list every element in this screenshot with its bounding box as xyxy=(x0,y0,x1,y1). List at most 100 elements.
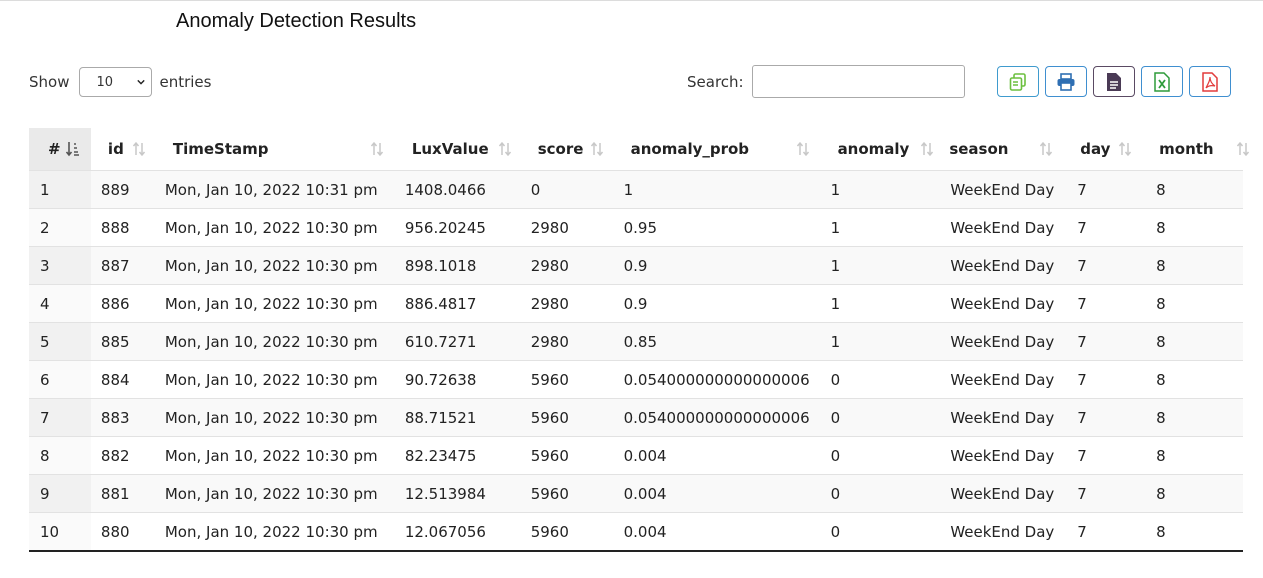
print-button[interactable] xyxy=(1045,66,1087,97)
column-header-score[interactable]: score xyxy=(520,128,614,171)
cell-luxvalue: 88.71521 xyxy=(394,398,521,437)
top-divider xyxy=(0,0,1263,1)
cell-anomaly: 1 xyxy=(820,246,941,285)
cell-anomaly: 0 xyxy=(820,398,941,437)
cell-index: 7 xyxy=(29,398,91,437)
column-header-index[interactable]: # xyxy=(29,128,91,171)
column-header-label: anomaly_prob xyxy=(630,140,750,158)
cell-id: 882 xyxy=(90,436,155,475)
column-header-anomaly-prob[interactable]: anomaly_prob xyxy=(613,128,821,171)
cell-anomaly: 1 xyxy=(820,284,941,323)
cell-season: WeekEnd Day xyxy=(940,398,1065,437)
cell-month: 8 xyxy=(1142,246,1243,285)
show-label: Show xyxy=(29,73,70,91)
cell-month: 8 xyxy=(1142,512,1243,552)
cell-anomaly: 0 xyxy=(820,360,941,399)
csv-icon xyxy=(1107,72,1121,91)
cell-day: 7 xyxy=(1064,170,1143,209)
cell-score: 5960 xyxy=(520,512,614,552)
results-table: # id TimeStamp LuxValue score anomaly_prob ano… xyxy=(29,128,1250,552)
table-row: 4 886 Mon, Jan 10, 2022 10:30 pm 886.4817 29… xyxy=(29,284,1243,323)
cell-anomaly_prob: 0.85 xyxy=(613,322,821,361)
excel-icon xyxy=(1154,71,1170,92)
cell-day: 7 xyxy=(1064,360,1143,399)
cell-index: 6 xyxy=(29,360,91,399)
cell-month: 8 xyxy=(1142,170,1243,209)
search-input[interactable] xyxy=(751,65,965,98)
column-header-month[interactable]: month xyxy=(1142,128,1250,171)
column-header-anomaly[interactable]: anomaly xyxy=(820,128,941,171)
cell-score: 5960 xyxy=(520,474,614,513)
cell-id: 887 xyxy=(90,246,155,285)
column-header-id[interactable]: id xyxy=(90,128,155,171)
entries-length-control: Show 10 entries xyxy=(29,66,211,98)
column-header-luxvalue[interactable]: LuxValue xyxy=(394,128,521,171)
cell-anomaly_prob: 0.004 xyxy=(613,474,821,513)
column-header-label: anomaly xyxy=(837,140,910,158)
sort-ascending-icon xyxy=(66,142,79,157)
table-row: 1 889 Mon, Jan 10, 2022 10:31 pm 1408.0466 0… xyxy=(29,170,1243,209)
excel-button[interactable] xyxy=(1141,66,1183,97)
column-header-timestamp[interactable]: TimeStamp xyxy=(154,128,395,171)
table-row: 3 887 Mon, Jan 10, 2022 10:30 pm 898.1018 29… xyxy=(29,246,1243,285)
cell-score: 2980 xyxy=(520,208,614,247)
cell-id: 883 xyxy=(90,398,155,437)
copy-button[interactable] xyxy=(997,66,1039,97)
cell-luxvalue: 956.20245 xyxy=(394,208,521,247)
cell-score: 2980 xyxy=(520,284,614,323)
cell-day: 7 xyxy=(1064,246,1143,285)
cell-luxvalue: 886.4817 xyxy=(394,284,521,323)
column-header-label: LuxValue xyxy=(411,140,489,158)
cell-month: 8 xyxy=(1142,436,1243,475)
cell-luxvalue: 1408.0466 xyxy=(394,170,521,209)
cell-anomaly_prob: 0.9 xyxy=(613,246,821,285)
cell-id: 884 xyxy=(90,360,155,399)
sort-icon xyxy=(370,141,383,157)
sort-icon xyxy=(590,141,603,157)
cell-anomaly: 0 xyxy=(820,436,941,475)
cell-season: WeekEnd Day xyxy=(940,208,1065,247)
cell-id: 880 xyxy=(90,512,155,552)
cell-month: 8 xyxy=(1142,360,1243,399)
print-icon xyxy=(1057,72,1075,91)
cell-score: 5960 xyxy=(520,398,614,437)
cell-timestamp: Mon, Jan 10, 2022 10:31 pm xyxy=(154,170,395,209)
cell-day: 7 xyxy=(1064,512,1143,552)
cell-timestamp: Mon, Jan 10, 2022 10:30 pm xyxy=(154,246,395,285)
pdf-button[interactable] xyxy=(1189,66,1231,97)
cell-timestamp: Mon, Jan 10, 2022 10:30 pm xyxy=(154,512,395,552)
cell-season: WeekEnd Day xyxy=(940,360,1065,399)
sort-icon xyxy=(1040,141,1053,157)
cell-season: WeekEnd Day xyxy=(940,246,1065,285)
column-header-label: day xyxy=(1080,140,1111,158)
cell-timestamp: Mon, Jan 10, 2022 10:30 pm xyxy=(154,360,395,399)
chevron-down-icon xyxy=(137,79,146,85)
pdf-icon xyxy=(1202,71,1218,92)
column-header-label: id xyxy=(107,140,124,158)
cell-anomaly: 1 xyxy=(820,208,941,247)
cell-month: 8 xyxy=(1142,284,1243,323)
sort-icon xyxy=(1237,141,1250,157)
cell-anomaly_prob: 0.004 xyxy=(613,436,821,475)
sort-icon xyxy=(132,141,145,157)
cell-season: WeekEnd Day xyxy=(940,512,1065,552)
cell-anomaly_prob: 1 xyxy=(613,170,821,209)
cell-season: WeekEnd Day xyxy=(940,322,1065,361)
table-header-row: # id TimeStamp LuxValue score anomaly_prob ano… xyxy=(29,128,1250,171)
copy-icon xyxy=(1009,72,1026,91)
cell-index: 4 xyxy=(29,284,91,323)
column-header-season[interactable]: season xyxy=(940,128,1065,171)
sort-icon xyxy=(796,141,809,157)
cell-day: 7 xyxy=(1064,436,1143,475)
cell-id: 885 xyxy=(90,322,155,361)
cell-day: 7 xyxy=(1064,398,1143,437)
table-row: 6 884 Mon, Jan 10, 2022 10:30 pm 90.72638 59… xyxy=(29,360,1243,399)
table-row: 10 880 Mon, Jan 10, 2022 10:30 pm 12.067056… xyxy=(29,512,1243,552)
entries-select[interactable]: 10 xyxy=(79,67,153,97)
csv-button[interactable] xyxy=(1093,66,1135,97)
cell-id: 889 xyxy=(90,170,155,209)
column-header-day[interactable]: day xyxy=(1064,128,1143,171)
page-title: Anomaly Detection Results xyxy=(176,10,417,32)
table-row: 5 885 Mon, Jan 10, 2022 10:30 pm 610.7271 29… xyxy=(29,322,1243,361)
export-buttons xyxy=(997,66,1231,97)
